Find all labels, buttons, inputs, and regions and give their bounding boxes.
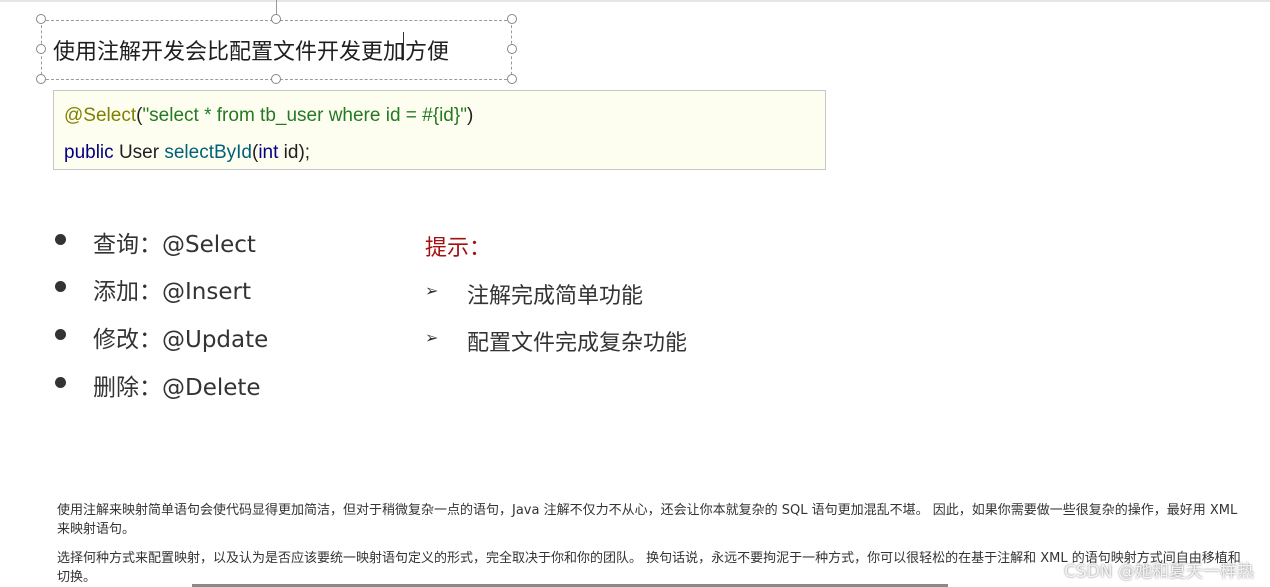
list-item-label: 修改：@Update [93, 327, 269, 353]
bullet-icon [55, 329, 66, 340]
text-cursor [403, 32, 404, 60]
code-block: @Select("select * from tb_user where id … [53, 90, 826, 170]
resize-handle-bottom-left[interactable] [36, 74, 46, 84]
resize-handle-top-right[interactable] [507, 14, 517, 24]
tip-item-simple: ➢ 注解完成简单功能 [425, 278, 785, 309]
list-item-delete: 删除：@Delete [53, 368, 353, 401]
slide-top-edge [0, 0, 1270, 2]
code-param-name: id [278, 142, 299, 163]
code-return-type: User [118, 142, 160, 163]
resize-handle-bottom-right[interactable] [507, 74, 517, 84]
tip-item-complex: ➢ 配置文件完成复杂功能 [425, 325, 785, 356]
code-line-method: public User selectById(int id); [64, 142, 310, 164]
note-paragraph-annotations: 使用注解来映射简单语句会使代码显得更加简洁，但对于稍微复杂一点的语句，Java … [57, 503, 1238, 537]
csdn-watermark: CSDN @她和夏天一样热 [1064, 562, 1254, 582]
tip-text: 配置文件完成复杂功能 [467, 331, 688, 356]
rotation-handle-stem [276, 0, 277, 14]
bullet-icon [55, 234, 66, 245]
resize-handle-top[interactable] [271, 14, 281, 24]
list-item-select: 查询：@Select [53, 225, 353, 258]
code-annotation: @Select [64, 105, 137, 126]
list-item-update: 修改：@Update [53, 320, 353, 353]
code-method-close: ); [298, 142, 311, 163]
list-item-label: 添加：@Insert [93, 279, 251, 305]
list-item-insert: 添加：@Insert [53, 272, 353, 305]
code-method-name: selectById [164, 142, 252, 163]
list-item-label: 删除：@Delete [93, 375, 261, 401]
resize-handle-left[interactable] [36, 44, 46, 54]
arrowhead-right-icon: ➢ [425, 281, 439, 300]
tip-text: 注解完成简单功能 [467, 284, 644, 309]
resize-handle-bottom[interactable] [271, 74, 281, 84]
resize-handle-right[interactable] [507, 44, 517, 54]
resize-handle-top-left[interactable] [36, 14, 46, 24]
code-paren-close: ) [466, 105, 474, 126]
tips-heading: 提示： [425, 236, 492, 261]
list-item-label: 查询：@Select [93, 232, 256, 258]
bullet-icon [55, 377, 66, 388]
bullet-icon [55, 281, 66, 292]
arrowhead-right-icon: ➢ [425, 328, 439, 347]
code-keyword-public: public [64, 142, 114, 163]
slide-title[interactable]: 使用注解开发会比配置文件开发更加方便 [53, 34, 449, 66]
code-sql-string: "select * from tb_user where id = #{id}" [142, 105, 467, 126]
title-textbox[interactable]: 使用注解开发会比配置文件开发更加方便 [41, 20, 512, 80]
code-param-type: int [258, 142, 279, 163]
code-line-select: @Select("select * from tb_user where id … [64, 105, 473, 127]
